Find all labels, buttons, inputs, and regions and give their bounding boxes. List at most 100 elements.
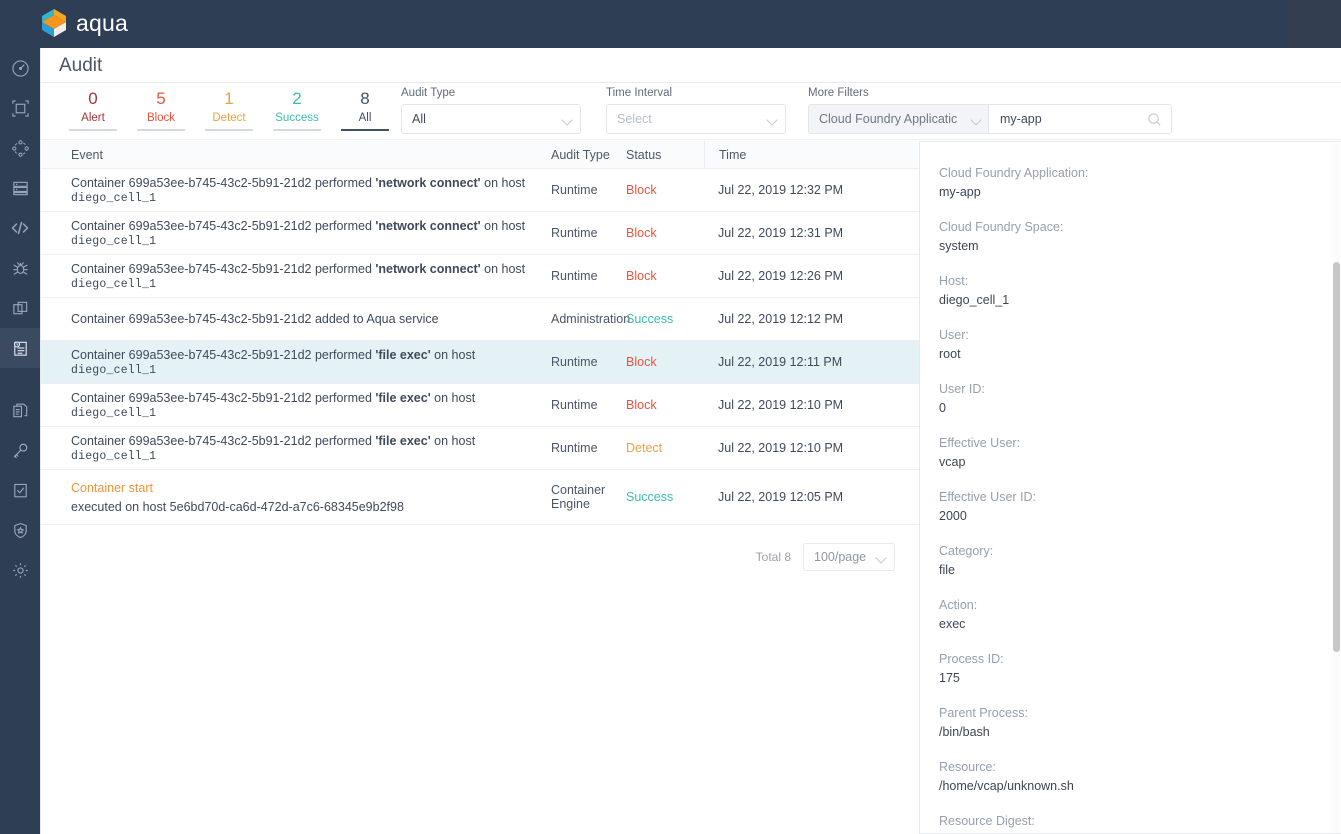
detail-field-resource: Resource: /home/vcap/unknown.sh bbox=[939, 758, 1319, 796]
table-row[interactable]: Container 699a53ee-b745-43c2-5b91-21d2 p… bbox=[41, 341, 919, 384]
detail-field-user: User: root bbox=[939, 326, 1319, 364]
more-filters-selected-value: Cloud Foundry Applicatic bbox=[819, 112, 958, 126]
sidebar-item-audit[interactable] bbox=[0, 328, 40, 368]
row-event-suffix: on host bbox=[480, 175, 526, 190]
time-interval-label: Time Interval bbox=[606, 87, 673, 99]
row-time: Jul 22, 2019 12:32 PM bbox=[718, 183, 844, 197]
detail-field-host: Host: diego_cell_1 bbox=[939, 272, 1319, 310]
tab-success[interactable]: 2 Success bbox=[263, 83, 331, 131]
sidebar-item-reports[interactable] bbox=[0, 390, 40, 430]
table-row[interactable]: Container 699a53ee-b745-43c2-5b91-21d2 p… bbox=[41, 212, 919, 255]
detail-label: Cloud Foundry Space: bbox=[939, 220, 1064, 234]
tab-success-count: 2 bbox=[292, 89, 302, 108]
detail-label: Effective User: bbox=[939, 436, 1021, 450]
table-row[interactable]: Container 699a53ee-b745-43c2-5b91-21d2 a… bbox=[41, 298, 919, 341]
sidebar-item-vulnerabilities[interactable] bbox=[0, 248, 40, 288]
row-time: Jul 22, 2019 12:10 PM bbox=[718, 441, 844, 455]
detail-field-resource-digest: Resource Digest: e3b0c44298fc1c149afbf4c… bbox=[939, 812, 1319, 833]
row-event-action: 'network connect' bbox=[375, 261, 481, 276]
row-event-prefix: Container 699a53ee-b745-43c2-5b91-21d2 p… bbox=[71, 175, 376, 190]
row-time: Jul 22, 2019 12:11 PM bbox=[718, 355, 843, 369]
detail-value: /bin/bash bbox=[939, 725, 990, 739]
detail-value: root bbox=[939, 347, 961, 361]
brand-name: aqua bbox=[76, 9, 128, 36]
sidebar-item-settings[interactable] bbox=[0, 550, 40, 590]
row-audit-type: Administration bbox=[551, 312, 631, 326]
detail-field-effective-user-id: Effective User ID: 2000 bbox=[939, 488, 1319, 526]
status-badge: Block bbox=[626, 269, 657, 283]
row-event-host: diego_cell_1 bbox=[71, 363, 157, 377]
sidebar-item-dashboard[interactable] bbox=[0, 48, 40, 88]
column-header-status[interactable]: Status bbox=[626, 148, 704, 162]
time-interval-select[interactable]: Select bbox=[606, 104, 786, 134]
nodes-network-icon bbox=[11, 139, 30, 158]
status-tab-group: 0 Alert 5 Block 1 Detect 2 Success 8 All bbox=[59, 83, 399, 131]
status-badge: Detect bbox=[626, 441, 663, 455]
detail-value: 2000 bbox=[939, 509, 967, 523]
sidebar-item-hosts[interactable] bbox=[0, 168, 40, 208]
detail-field-effective-user: Effective User: vcap bbox=[939, 434, 1319, 472]
row-event-prefix: Container 699a53ee-b745-43c2-5b91-21d2 p… bbox=[71, 433, 376, 448]
tab-all[interactable]: 8 All bbox=[331, 83, 399, 131]
filter-toolbar: 0 Alert 5 Block 1 Detect 2 Success 8 All… bbox=[41, 83, 1341, 140]
tab-block[interactable]: 5 Block bbox=[127, 83, 195, 131]
detail-field-process-id: Process ID: 175 bbox=[939, 650, 1319, 688]
gauge-icon bbox=[11, 59, 30, 78]
detail-value: system bbox=[939, 239, 979, 253]
table-row[interactable]: Container 699a53ee-b745-43c2-5b91-21d2 p… bbox=[41, 255, 919, 298]
table-row[interactable]: Container 699a53ee-b745-43c2-5b91-21d2 p… bbox=[41, 384, 919, 427]
row-audit-type: Container Engine bbox=[551, 483, 606, 511]
column-header-audit-type[interactable]: Audit Type bbox=[551, 148, 626, 162]
row-event-subtitle: executed on host 5e6bd70d-ca6d-472d-a7c6… bbox=[71, 499, 404, 514]
table-row[interactable]: Container 699a53ee-b745-43c2-5b91-21d2 p… bbox=[41, 427, 919, 470]
tab-alert-label: Alert bbox=[81, 112, 105, 124]
chevron-down-icon bbox=[561, 114, 573, 126]
detail-label: User ID: bbox=[939, 382, 985, 396]
row-event-host: diego_cell_1 bbox=[71, 277, 157, 291]
more-filters-select[interactable]: Cloud Foundry Applicatic bbox=[809, 105, 989, 133]
row-event-cell: Container 699a53ee-b745-43c2-5b91-21d2 p… bbox=[41, 262, 551, 291]
row-event-cell: Container 699a53ee-b745-43c2-5b91-21d2 p… bbox=[41, 434, 551, 463]
row-event-host: diego_cell_1 bbox=[71, 234, 157, 248]
sidebar-item-policies[interactable] bbox=[0, 288, 40, 328]
table-row[interactable]: Container start executed on host 5e6bd70… bbox=[41, 470, 919, 525]
row-event-suffix: on host bbox=[430, 347, 476, 362]
audit-type-select[interactable]: All bbox=[401, 104, 581, 134]
code-brackets-icon bbox=[10, 218, 30, 238]
tab-alert[interactable]: 0 Alert bbox=[59, 83, 127, 131]
shield-star-icon bbox=[11, 521, 30, 540]
page-size-select[interactable]: 100/page bbox=[803, 543, 895, 571]
detail-scrollbar-thumb[interactable] bbox=[1333, 262, 1340, 652]
brand-logo[interactable]: aqua bbox=[40, 8, 128, 38]
column-header-time[interactable]: Time bbox=[704, 140, 884, 169]
key-icon bbox=[11, 441, 30, 460]
sidebar-item-secrets[interactable] bbox=[0, 430, 40, 470]
tab-detect[interactable]: 1 Detect bbox=[195, 83, 263, 131]
detail-label: Process ID: bbox=[939, 652, 1004, 666]
row-audit-type: Runtime bbox=[551, 269, 598, 283]
row-event-prefix: Container 699a53ee-b745-43c2-5b91-21d2 p… bbox=[71, 218, 376, 233]
row-audit-type: Runtime bbox=[551, 226, 598, 240]
total-count-label: Total 8 bbox=[755, 550, 791, 564]
detail-value: vcap bbox=[939, 455, 966, 469]
detail-field-parent-process: Parent Process: /bin/bash bbox=[939, 704, 1319, 742]
table-row[interactable]: Container 699a53ee-b745-43c2-5b91-21d2 p… bbox=[41, 169, 919, 212]
sidebar-item-compliance[interactable] bbox=[0, 470, 40, 510]
event-detail-panel: Cloud Foundry Application: my-app Cloud … bbox=[919, 141, 1341, 834]
tab-detect-count: 1 bbox=[224, 89, 234, 108]
copy-layers-icon bbox=[11, 299, 30, 318]
tab-detect-label: Detect bbox=[212, 112, 246, 124]
audit-events-table: Event Audit Type Status Time Container 6… bbox=[41, 140, 919, 641]
more-filters-search-input[interactable]: my-app bbox=[989, 105, 1171, 133]
sidebar-item-functions[interactable] bbox=[0, 208, 40, 248]
detail-field-cloud-foundry-application: Cloud Foundry Application: my-app bbox=[939, 164, 1319, 202]
detail-value: file bbox=[939, 563, 955, 577]
column-header-event[interactable]: Event bbox=[41, 148, 551, 162]
sidebar-item-enforcers[interactable] bbox=[0, 510, 40, 550]
search-icon[interactable] bbox=[1147, 112, 1162, 130]
sidebar-item-images[interactable] bbox=[0, 88, 40, 128]
detail-label: User: bbox=[939, 328, 969, 342]
detail-field-action: Action: exec bbox=[939, 596, 1319, 634]
row-time: Jul 22, 2019 12:31 PM bbox=[718, 226, 844, 240]
sidebar-item-containers[interactable] bbox=[0, 128, 40, 168]
